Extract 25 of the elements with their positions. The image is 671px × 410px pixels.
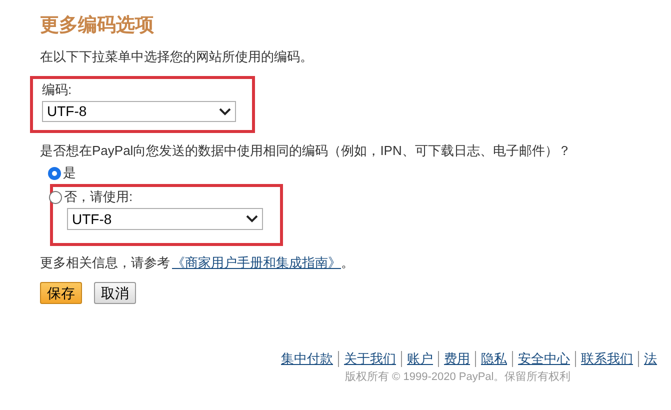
footer-link[interactable]: 安全中心	[512, 351, 575, 367]
radio-button[interactable]	[48, 166, 61, 180]
info-text: 更多相关信息，请参考《商家用户手册和集成指南》。	[40, 254, 354, 272]
footer-link[interactable]: 集中付款	[276, 351, 338, 367]
footer-link[interactable]: 隐私	[475, 351, 512, 367]
radio-button[interactable]	[49, 190, 62, 204]
question-text: 是否想在PayPal向您发送的数据中使用相同的编码（例如，IPN、可下载日志、电子邮件）？	[40, 142, 571, 160]
copyright-text: 版权所有 © 1999-2020 PayPal。保留所有权利	[345, 371, 571, 383]
footer-link[interactable]: 费用	[438, 351, 475, 367]
guide-link[interactable]: 《商家用户手册和集成指南》	[172, 255, 341, 270]
footer-link[interactable]: 关于我们	[338, 351, 401, 367]
footer-link[interactable]: 账户	[401, 351, 438, 367]
intro-text: 在以下下拉菜单中选择您的网站所使用的编码。	[40, 48, 313, 66]
option-label: 否，请使用:	[64, 188, 133, 206]
cancel-button[interactable]: 取消	[94, 282, 136, 304]
encoding-dropdown[interactable]: UTF-8	[42, 101, 236, 122]
encoding-dropdown[interactable]: UTF-8	[67, 208, 263, 230]
field-label: 编码:	[42, 81, 72, 99]
footer-link[interactable]: 法	[638, 351, 662, 367]
chevron-icon	[246, 215, 258, 223]
page-title: 更多编码选项	[40, 14, 154, 38]
chevron-icon	[219, 108, 231, 116]
footer-link[interactable]: 联系我们	[575, 351, 638, 367]
option-label: 是	[63, 164, 76, 182]
save-button[interactable]: 保存	[40, 282, 82, 304]
